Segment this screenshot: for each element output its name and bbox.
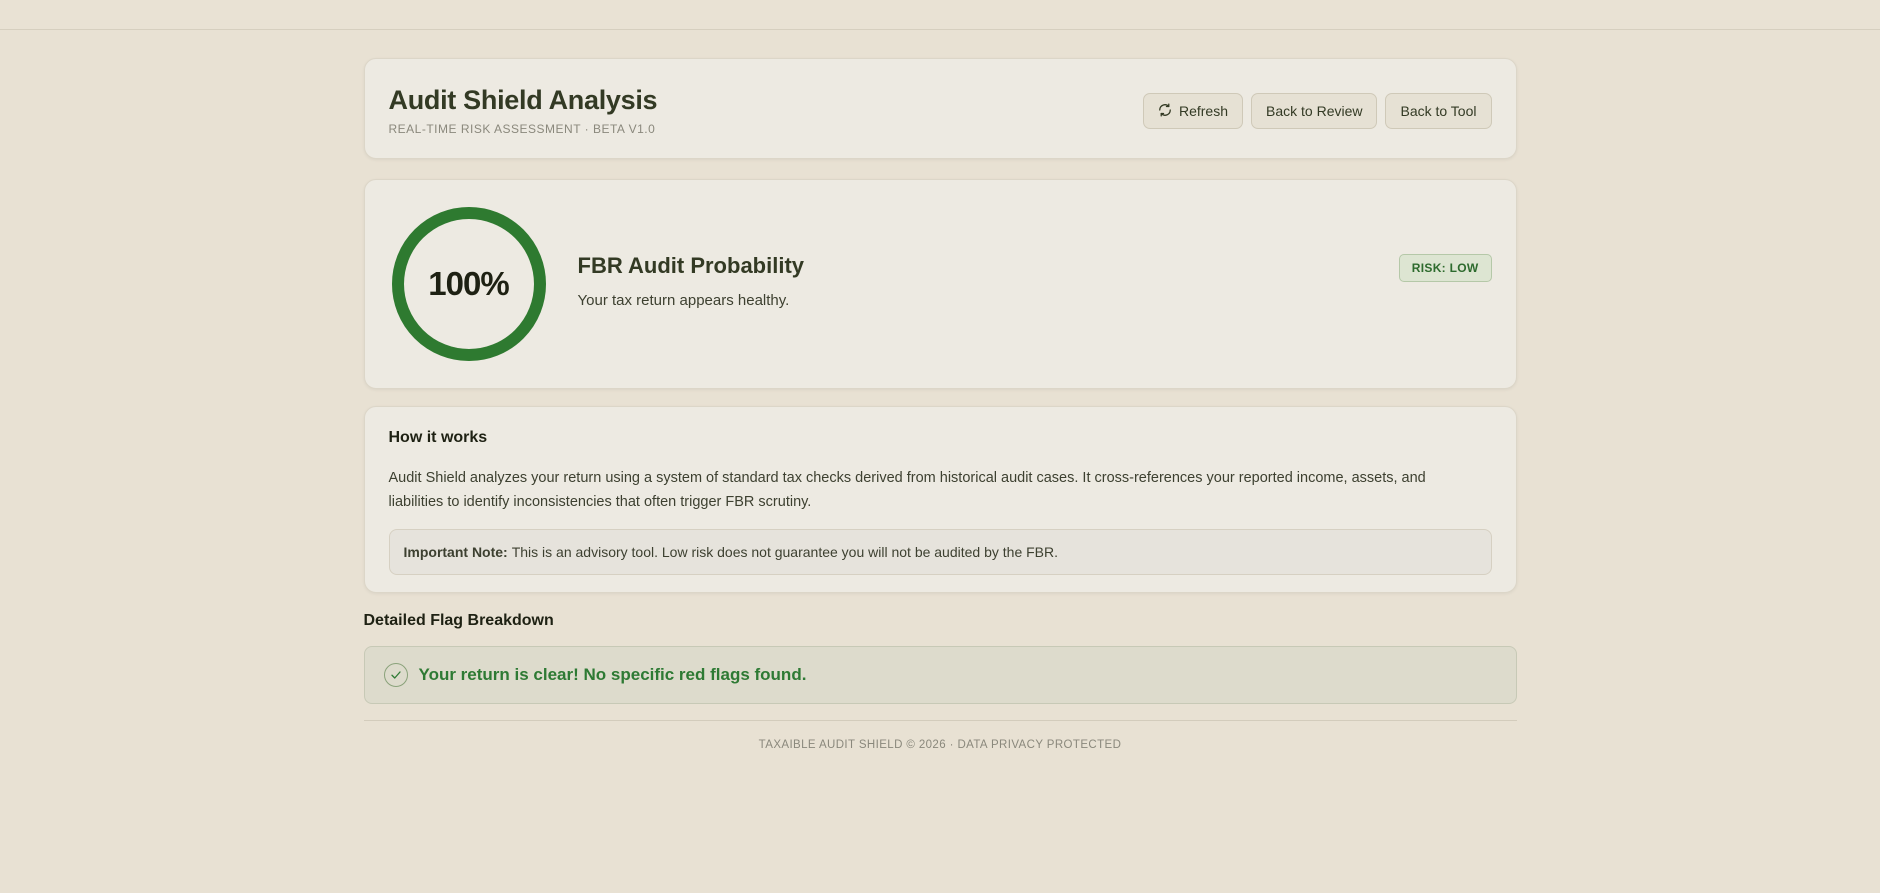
gauge-value: 100% [428,265,509,302]
top-bar [0,0,1880,30]
back-to-tool-button[interactable]: Back to Tool [1385,93,1492,129]
score-description: Your tax return appears healthy. [577,292,790,309]
how-it-works-body: Audit Shield analyzes your return using … [388,470,1426,510]
header-card: Audit Shield Analysis REAL-TIME RISK ASS… [363,58,1517,159]
probability-gauge: 100% [391,207,546,361]
breakdown-title: Detailed Flag Breakdown [363,612,554,629]
check-circle-icon [383,663,408,687]
footer-divider [363,720,1517,721]
note-label: Important Note: [403,544,508,560]
how-it-works-card: How it works Audit Shield analyzes your … [363,406,1517,593]
refresh-label: Refresh [1178,103,1228,119]
risk-badge: RISK: LOW [1398,254,1492,282]
important-note: Important Note: This is an advisory tool… [388,529,1492,575]
how-it-works-title: How it works [388,429,488,446]
main-container: Audit Shield Analysis REAL-TIME RISK ASS… [363,58,1517,751]
refresh-icon [1158,103,1172,120]
score-info: FBR Audit Probability Your tax return ap… [578,253,805,309]
header-text: Audit Shield Analysis REAL-TIME RISK ASS… [389,85,658,136]
note-text: This is an advisory tool. Low risk does … [511,544,1059,560]
refresh-button[interactable]: Refresh [1142,93,1243,129]
footer-text: TAXAIBLE AUDIT SHIELD © 2026 · DATA PRIV… [758,739,1122,751]
page-title: Audit Shield Analysis [388,85,658,115]
clear-message: Your return is clear! No specific red fl… [418,665,807,684]
back-to-review-button[interactable]: Back to Review [1251,93,1378,129]
header-actions: Refresh Back to Review Back to Tool [1142,93,1492,129]
score-title: FBR Audit Probability [577,253,805,278]
score-card: 100% FBR Audit Probability Your tax retu… [363,179,1517,389]
page-subtitle: REAL-TIME RISK ASSESSMENT · BETA V1.0 [388,122,656,136]
clear-banner: Your return is clear! No specific red fl… [363,646,1517,704]
